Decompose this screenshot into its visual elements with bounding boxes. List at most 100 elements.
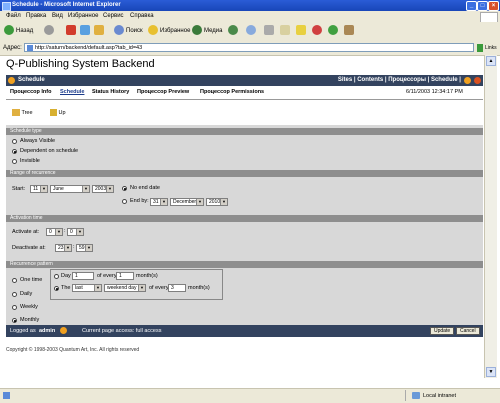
radio-always-visible[interactable]: [12, 139, 17, 144]
radio-the-weekday[interactable]: [54, 286, 59, 291]
month-interval-input-2[interactable]: 3: [168, 284, 186, 292]
address-input[interactable]: http://saturn/backend/default.asp?tab_id…: [24, 43, 474, 52]
deactivate-minute-select[interactable]: 59 ▼: [76, 244, 93, 252]
radio-weekly[interactable]: [12, 305, 17, 310]
menu-file[interactable]: Файл: [6, 13, 21, 19]
tab-status-history[interactable]: Status History: [92, 89, 129, 95]
maximize-button[interactable]: □: [477, 1, 488, 11]
day-value-input[interactable]: 1: [72, 272, 94, 280]
menu-favorites[interactable]: Избранное: [68, 13, 98, 19]
mail-icon: [246, 25, 256, 36]
tree-button[interactable]: Tree: [12, 109, 33, 116]
address-bar: Адрес: http://saturn/backend/default.asp…: [0, 41, 500, 56]
label-one-time: One time: [20, 277, 43, 283]
vertical-scrollbar[interactable]: ▲ ▼: [484, 55, 497, 378]
radio-no-end-date[interactable]: [122, 186, 127, 191]
deactivate-label: Deactivate at:: [12, 245, 46, 251]
label-no-end-date: No end date: [130, 185, 160, 191]
radio-dependent-on-schedule[interactable]: [12, 149, 17, 154]
refresh-button[interactable]: [80, 25, 92, 38]
copyright: Copyright © 1998-2003 Quantum Art, Inc. …: [6, 347, 140, 353]
edit-button[interactable]: [280, 25, 292, 38]
tab-schedule[interactable]: Schedule: [60, 89, 84, 95]
help-icon[interactable]: [464, 77, 471, 84]
label-dependent-on-schedule: Dependent on schedule: [20, 148, 79, 154]
end-year-select[interactable]: 2010 ▼: [206, 198, 228, 206]
go-arrow-icon[interactable]: [477, 44, 483, 52]
activate-label: Activate at:: [12, 229, 40, 235]
start-day-select[interactable]: 11 ▼: [30, 185, 48, 193]
scroll-up-button[interactable]: ▲: [486, 56, 496, 66]
mail-button[interactable]: [246, 25, 258, 38]
end-day-select[interactable]: 31 ▼: [150, 198, 168, 206]
label-months: month(s): [136, 273, 158, 279]
star-icon: [148, 25, 158, 36]
menu-view[interactable]: Вид: [52, 13, 63, 19]
extra-button[interactable]: [328, 25, 340, 38]
discuss-button[interactable]: [296, 25, 308, 38]
radio-day-of-month[interactable]: [54, 274, 59, 279]
history-button[interactable]: [228, 25, 240, 38]
edit-icon: [280, 25, 290, 36]
tab-processor-info[interactable]: Процессор Info: [10, 89, 51, 95]
up-button[interactable]: Up: [50, 109, 66, 116]
deactivate-hour-select[interactable]: 23 ▼: [55, 244, 72, 252]
menu-edit[interactable]: Правка: [26, 13, 46, 19]
search-button[interactable]: Поиск: [114, 25, 143, 38]
radio-one-time[interactable]: [12, 278, 17, 283]
address-label: Адрес:: [3, 45, 22, 51]
home-icon[interactable]: [8, 77, 15, 84]
label-monthly: Monthly: [20, 317, 40, 323]
radio-daily[interactable]: [12, 292, 17, 297]
tab-row: Процессор Info Schedule Status History П…: [6, 86, 483, 100]
radio-invisible[interactable]: [12, 159, 17, 164]
media-button[interactable]: Медиа: [192, 25, 222, 38]
back-button[interactable]: Назад: [4, 25, 33, 38]
forward-button[interactable]: [44, 25, 56, 38]
menu-tools[interactable]: Сервис: [103, 13, 124, 19]
end-month-select[interactable]: December ▼: [170, 198, 204, 206]
forward-arrow-icon: [44, 25, 54, 36]
breadcrumb[interactable]: Sites | Contents | Процессоры | Schedule…: [336, 77, 461, 83]
start-label: Start:: [12, 186, 26, 192]
schedule-type-header: Schedule type: [6, 128, 483, 135]
status-bar: Local intranet: [0, 388, 500, 403]
activate-hour-select[interactable]: 0 ▼: [46, 228, 63, 236]
label-of-every-2: of every: [149, 285, 169, 291]
home-button[interactable]: [94, 25, 106, 38]
page-status-icon: [3, 392, 10, 399]
menu-help[interactable]: Справка: [130, 13, 154, 19]
print-button[interactable]: [264, 25, 276, 38]
links-label[interactable]: Links: [485, 45, 497, 51]
deactivate-colon: :: [73, 244, 75, 250]
favorites-button[interactable]: Избранное: [148, 25, 190, 38]
print-icon: [264, 25, 274, 36]
tab-processor-preview[interactable]: Процессор Preview: [137, 89, 189, 95]
stop-button[interactable]: [66, 25, 78, 38]
tab-processor-permissions[interactable]: Процессор Permissions: [200, 89, 264, 95]
user-icon[interactable]: [60, 327, 67, 334]
page-access: Current page access: full access: [82, 328, 162, 334]
logged-as-label: Logged as: [10, 328, 36, 334]
activate-colon: :: [64, 228, 66, 234]
extra-button-2[interactable]: [344, 25, 356, 38]
messenger-button[interactable]: [312, 25, 324, 38]
month-interval-input[interactable]: 1: [116, 272, 134, 280]
browser-toolbar: Назад Поиск Избранное Медиа: [0, 22, 500, 42]
radio-end-by[interactable]: [122, 199, 127, 204]
weekday-type-select[interactable]: weekend day ▼: [104, 284, 146, 292]
update-button[interactable]: Update: [430, 327, 455, 335]
scroll-down-button[interactable]: ▼: [486, 367, 496, 377]
radio-monthly[interactable]: [12, 318, 17, 323]
cancel-button[interactable]: Cancel: [456, 327, 480, 335]
window-titlebar[interactable]: Schedule - Microsoft Internet Explorer _…: [0, 0, 500, 11]
start-month-select[interactable]: June ▼: [50, 185, 90, 193]
activate-minute-select[interactable]: 0 ▼: [67, 228, 84, 236]
ordinal-select[interactable]: last ▼: [72, 284, 102, 292]
minimize-button[interactable]: _: [466, 1, 477, 11]
home-icon: [94, 25, 104, 36]
pattern-header: Recurrence pattern: [6, 261, 483, 268]
close-icon[interactable]: [474, 77, 481, 84]
close-window-button[interactable]: ×: [488, 1, 499, 11]
start-year-select[interactable]: 2003 ▼: [92, 185, 114, 193]
